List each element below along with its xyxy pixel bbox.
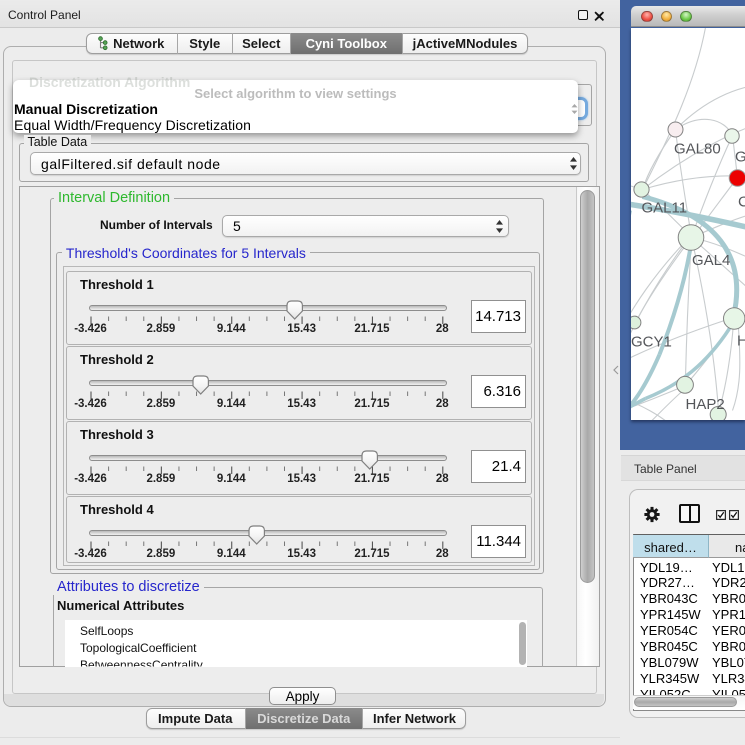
svg-text:GAL4: GAL4 <box>692 252 730 269</box>
svg-text:GCY1: GCY1 <box>631 333 672 350</box>
svg-text:GAL: GAL <box>735 148 745 165</box>
svg-text:GAL11: GAL11 <box>641 199 687 216</box>
svg-text:H: H <box>737 332 745 349</box>
svg-text:GAL80: GAL80 <box>674 140 721 157</box>
svg-text:HAP2: HAP2 <box>685 396 724 413</box>
svg-text:CY: CY <box>738 193 745 210</box>
